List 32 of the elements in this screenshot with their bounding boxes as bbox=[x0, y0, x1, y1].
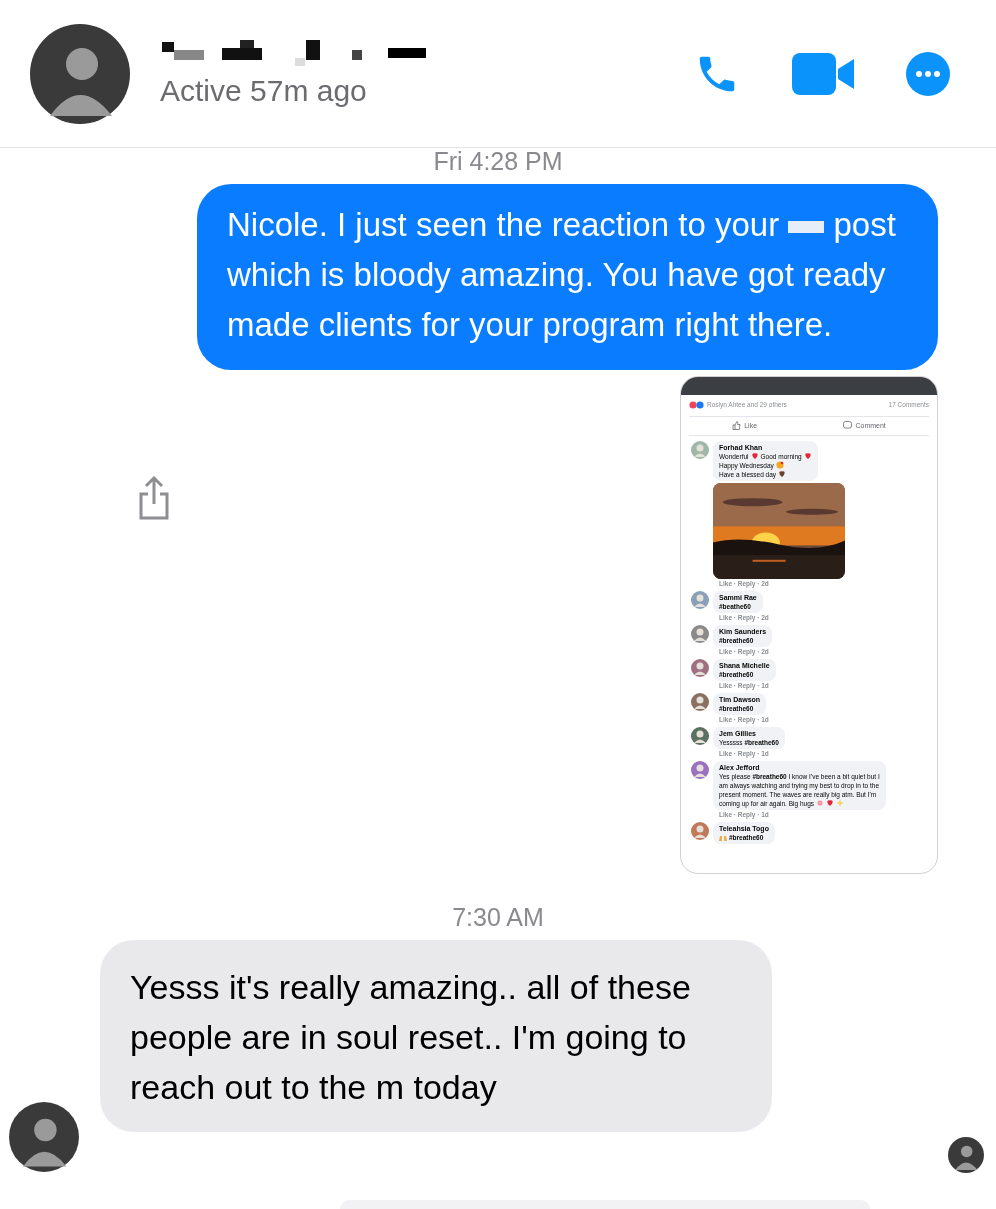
heart-icon bbox=[803, 452, 812, 461]
heart-icon bbox=[778, 470, 787, 479]
avatar bbox=[691, 760, 709, 779]
shared-screenshot[interactable] bbox=[680, 376, 938, 874]
smiley-icon bbox=[775, 461, 784, 470]
avatar bbox=[691, 590, 709, 609]
sparkle-icon bbox=[836, 799, 845, 808]
thumbs-up-icon bbox=[732, 421, 742, 431]
video-camera-icon[interactable] bbox=[792, 52, 854, 95]
share-icon[interactable] bbox=[138, 476, 170, 520]
avatar bbox=[691, 658, 709, 677]
message-text: Nicole. I just seen the reaction to your post which is bloody amazing. You have got ready made clients for your program right there. bbox=[227, 205, 897, 345]
avatar bbox=[691, 624, 709, 643]
avatar bbox=[691, 692, 709, 711]
message-text: Yesss it's really amazing.. all of these people are in soul reset.. I'm going to reach out to the m today bbox=[130, 967, 692, 1108]
avatar bbox=[691, 821, 709, 840]
seen-avatar bbox=[948, 1137, 984, 1173]
avatar bbox=[691, 440, 709, 459]
flower-icon bbox=[816, 799, 825, 808]
more-options-icon[interactable] bbox=[906, 51, 950, 96]
timestamp: Fri 4:28 PM bbox=[432, 148, 564, 174]
redaction-mark bbox=[788, 221, 825, 234]
avatar[interactable] bbox=[30, 23, 130, 124]
speech-bubble-icon bbox=[843, 421, 853, 431]
heart-icon bbox=[750, 452, 759, 461]
active-status: Active 57m ago bbox=[160, 73, 368, 109]
avatar bbox=[9, 1102, 79, 1172]
raised-hands-icon bbox=[719, 833, 727, 842]
avatar bbox=[691, 726, 709, 745]
timestamp: 7:30 AM bbox=[451, 902, 545, 932]
heart-icon bbox=[826, 799, 835, 808]
reaction-icon bbox=[689, 400, 705, 409]
